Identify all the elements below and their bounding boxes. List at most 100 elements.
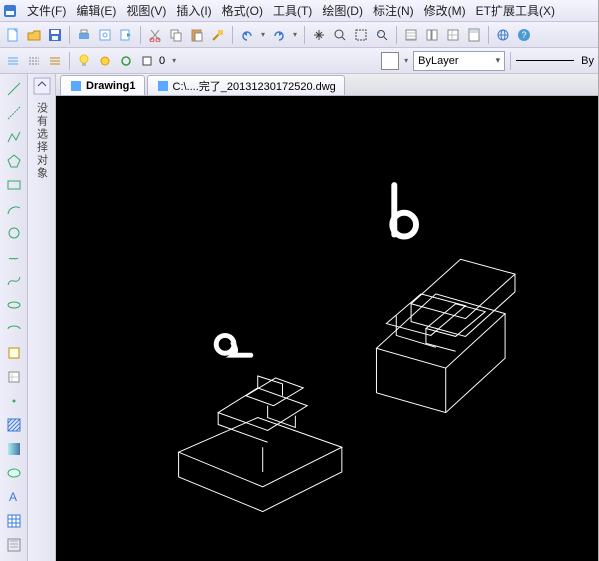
layer-states-icon[interactable]: [46, 52, 64, 70]
revision-cloud-icon[interactable]: [5, 248, 23, 266]
layer-zero-label: 0: [159, 55, 165, 67]
menu-view[interactable]: 视图(V): [121, 0, 171, 21]
menu-dim[interactable]: 标注(N): [368, 0, 419, 21]
arc-icon[interactable]: [5, 200, 23, 218]
polygon-icon[interactable]: [5, 152, 23, 170]
solid-a-wireframe: [179, 376, 342, 512]
text-icon[interactable]: A: [5, 488, 23, 506]
save-icon[interactable]: [46, 26, 64, 44]
preview-icon[interactable]: [96, 26, 114, 44]
bulb-icon[interactable]: [75, 52, 93, 70]
color-control[interactable]: [381, 52, 399, 70]
hatch-icon[interactable]: [5, 416, 23, 434]
chevron-down-icon: ▾: [496, 55, 501, 66]
insert-block-icon[interactable]: [5, 344, 23, 362]
layer-previous-icon[interactable]: [25, 52, 43, 70]
paste-icon[interactable]: [188, 26, 206, 44]
undo-dropdown[interactable]: ▾: [259, 26, 267, 44]
separator: [396, 26, 397, 44]
toolbar-layers: 0 ▾ ▾ ByLayer ▾ By: [0, 48, 598, 74]
tab-label: C:\....完了_20131230172520.dwg: [173, 78, 336, 94]
menu-edit[interactable]: 编辑(E): [71, 0, 121, 21]
separator: [232, 26, 233, 44]
dwg-icon: [69, 79, 83, 93]
xline-icon[interactable]: [5, 104, 23, 122]
menu-tools[interactable]: 工具(T): [268, 0, 317, 21]
menu-file[interactable]: 文件(F): [22, 0, 71, 21]
separator: [488, 26, 489, 44]
properties-collapse[interactable]: 没有选择对象: [28, 74, 56, 561]
separator: [69, 26, 70, 44]
menu-modify[interactable]: 修改(M): [419, 0, 471, 21]
circle-icon[interactable]: [5, 224, 23, 242]
region-icon[interactable]: [5, 464, 23, 482]
app-logo-icon: [2, 3, 18, 19]
linetype-value: ByLayer: [418, 55, 458, 67]
spline-icon[interactable]: [5, 272, 23, 290]
print-icon[interactable]: [75, 26, 93, 44]
table-icon[interactable]: [5, 512, 23, 530]
annotation-a: [216, 335, 251, 355]
toolpalette-icon[interactable]: [444, 26, 462, 44]
separator: [510, 52, 511, 70]
open-icon[interactable]: [25, 26, 43, 44]
arrow-expand-icon: [32, 76, 52, 96]
layer-color-icon[interactable]: [138, 52, 156, 70]
addselect-icon[interactable]: [5, 536, 23, 554]
pan-icon[interactable]: [310, 26, 328, 44]
zoom-previous-icon[interactable]: [373, 26, 391, 44]
designcenter-icon[interactable]: [423, 26, 441, 44]
copy-icon[interactable]: [167, 26, 185, 44]
zoom-realtime-icon[interactable]: [331, 26, 349, 44]
freeze-icon[interactable]: [96, 52, 114, 70]
svg-text:A: A: [9, 490, 17, 504]
viewport-wrap: Drawing1 C:\....完了_20131230172520.dwg: [56, 74, 598, 561]
menu-draw[interactable]: 绘图(D): [317, 0, 368, 21]
document-tabs: Drawing1 C:\....完了_20131230172520.dwg: [56, 74, 598, 96]
layer-dropdown[interactable]: ▾: [170, 52, 178, 70]
lock-icon[interactable]: [117, 52, 135, 70]
toolbar-standard: ▾ ▾ ?: [0, 22, 598, 48]
tab-label: Drawing1: [86, 80, 136, 92]
lineweight-label: By: [581, 55, 594, 67]
polyline-icon[interactable]: [5, 128, 23, 146]
export-icon[interactable]: [117, 26, 135, 44]
tab-drawing1[interactable]: Drawing1: [60, 75, 145, 95]
ellipse-icon[interactable]: [5, 296, 23, 314]
cut-icon[interactable]: [146, 26, 164, 44]
properties-icon[interactable]: [402, 26, 420, 44]
redo-dropdown[interactable]: ▾: [291, 26, 299, 44]
tab-file2[interactable]: C:\....完了_20131230172520.dwg: [147, 75, 345, 95]
color-dropdown[interactable]: ▾: [402, 52, 410, 70]
lineweight-preview[interactable]: [516, 60, 574, 61]
menu-insert[interactable]: 插入(I): [171, 0, 216, 21]
svg-text:?: ?: [521, 30, 526, 40]
calc-icon[interactable]: [465, 26, 483, 44]
make-block-icon[interactable]: [5, 368, 23, 386]
separator: [140, 26, 141, 44]
line-icon[interactable]: [5, 80, 23, 98]
separator: [69, 52, 70, 70]
separator: [304, 26, 305, 44]
help-icon[interactable]: ?: [515, 26, 533, 44]
annotation-b: [392, 185, 416, 236]
model-viewport[interactable]: [56, 96, 598, 561]
rectangle-icon[interactable]: [5, 176, 23, 194]
menubar: 文件(F) 编辑(E) 视图(V) 插入(I) 格式(O) 工具(T) 绘图(D…: [0, 0, 598, 22]
ellipse-arc-icon[interactable]: [5, 320, 23, 338]
zoom-window-icon[interactable]: [352, 26, 370, 44]
gradient-icon[interactable]: [5, 440, 23, 458]
web-icon[interactable]: [494, 26, 512, 44]
menu-format[interactable]: 格式(O): [217, 0, 268, 21]
matchprops-icon[interactable]: [209, 26, 227, 44]
layer-properties-icon[interactable]: [4, 52, 22, 70]
menu-etext[interactable]: ET扩展工具(X): [471, 0, 560, 21]
point-icon[interactable]: [5, 392, 23, 410]
linetype-combo[interactable]: ByLayer ▾: [413, 51, 505, 71]
solid-b-wireframe: [376, 259, 515, 412]
panel-collapsed-label: 没有选择对象: [34, 102, 50, 180]
dwg-icon: [156, 79, 170, 93]
new-icon[interactable]: [4, 26, 22, 44]
redo-icon[interactable]: [270, 26, 288, 44]
undo-icon[interactable]: [238, 26, 256, 44]
